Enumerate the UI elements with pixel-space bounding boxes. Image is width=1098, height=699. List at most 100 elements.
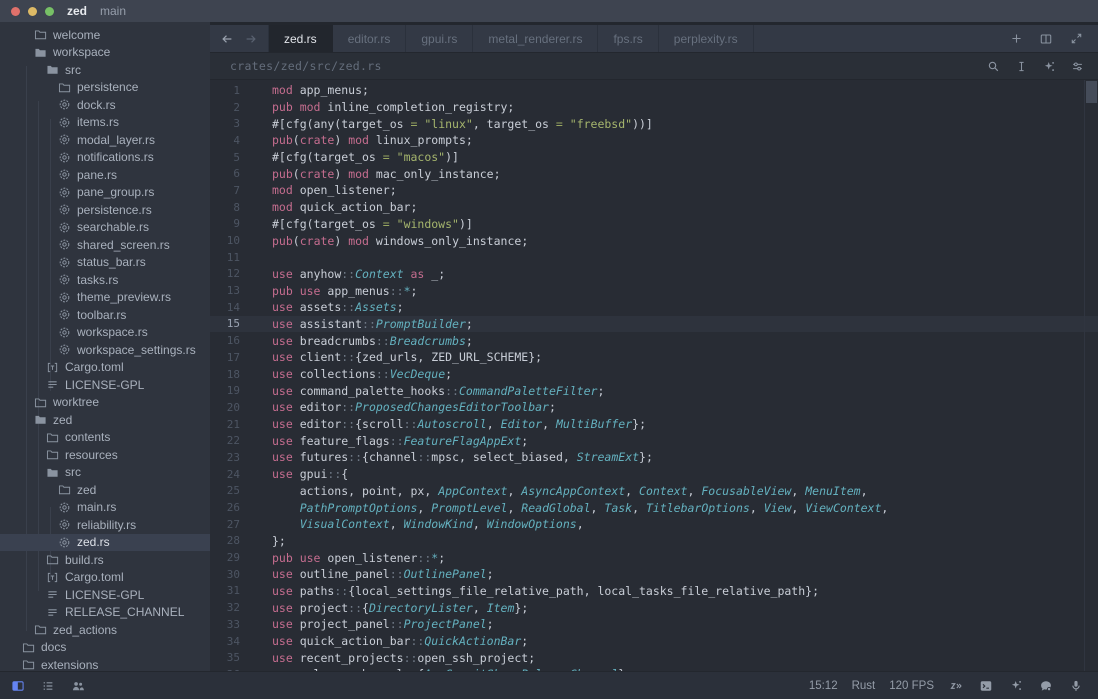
- tree-item-zed[interactable]: zed: [0, 481, 210, 499]
- tree-item-persistence-rs[interactable]: persistence.rs: [0, 201, 210, 219]
- tree-item-contents[interactable]: contents: [0, 429, 210, 447]
- editor-scrollbar[interactable]: [1084, 80, 1098, 671]
- zeta-icon[interactable]: [948, 678, 964, 694]
- tree-item-persistence[interactable]: persistence: [0, 79, 210, 97]
- code-line-7[interactable]: 7mod open_listener;: [210, 182, 1098, 199]
- code-line-21[interactable]: 21use editor::{scroll::Autoscroll, Edito…: [210, 416, 1098, 433]
- code-line-9[interactable]: 9#[cfg(target_os = "windows")]: [210, 216, 1098, 233]
- code-line-25[interactable]: 25 actions, point, px, AppContext, Async…: [210, 483, 1098, 500]
- code-line-8[interactable]: 8mod quick_action_bar;: [210, 199, 1098, 216]
- code-line-23[interactable]: 23use futures::{channel::mpsc, select_bi…: [210, 449, 1098, 466]
- forward-icon[interactable]: [241, 29, 261, 49]
- code-line-18[interactable]: 18use collections::VecDeque;: [210, 366, 1098, 383]
- tree-item-docs[interactable]: docs: [0, 639, 210, 657]
- code-line-28[interactable]: 28};: [210, 533, 1098, 550]
- project-panel-icon[interactable]: [10, 678, 26, 694]
- code-line-35[interactable]: 35use recent_projects::open_ssh_project;: [210, 649, 1098, 666]
- filter-icon[interactable]: [1069, 58, 1085, 74]
- text-cursor-icon[interactable]: [1013, 58, 1029, 74]
- code-line-15[interactable]: 15use assistant::PromptBuilder;: [210, 316, 1098, 333]
- tree-item-extensions[interactable]: extensions: [0, 656, 210, 671]
- tree-item-toolbar-rs[interactable]: toolbar.rs: [0, 306, 210, 324]
- tree-item-workspace[interactable]: workspace: [0, 44, 210, 62]
- terminal-icon[interactable]: [978, 678, 994, 694]
- breadcrumb[interactable]: crates/zed/src/zed.rs: [230, 59, 382, 73]
- tree-item-modal-layer-rs[interactable]: modal_layer.rs: [0, 131, 210, 149]
- code-line-20[interactable]: 20use editor::ProposedChangesEditorToolb…: [210, 399, 1098, 416]
- tree-item-release-channel[interactable]: RELEASE_CHANNEL: [0, 604, 210, 622]
- code-line-5[interactable]: 5#[cfg(target_os = "macos")]: [210, 149, 1098, 166]
- back-icon[interactable]: [217, 29, 237, 49]
- code-editor[interactable]: 1mod app_menus;2pub mod inline_completio…: [210, 80, 1098, 671]
- expand-icon[interactable]: [1068, 31, 1084, 47]
- project-name[interactable]: zed: [67, 4, 87, 18]
- language-selector[interactable]: Rust: [852, 680, 876, 692]
- minimize-button[interactable]: [28, 7, 37, 16]
- chat-icon[interactable]: [1038, 678, 1054, 694]
- code-line-3[interactable]: 3#[cfg(any(target_os = "linux", target_o…: [210, 115, 1098, 132]
- tree-item-cargo-toml[interactable]: Cargo.toml: [0, 569, 210, 587]
- split-pane-icon[interactable]: [1038, 31, 1054, 47]
- tree-item-tasks-rs[interactable]: tasks.rs: [0, 271, 210, 289]
- assistant-sparkle-icon[interactable]: [1041, 58, 1057, 74]
- tree-item-status-bar-rs[interactable]: status_bar.rs: [0, 254, 210, 272]
- code-line-31[interactable]: 31use paths::{local_settings_file_relati…: [210, 583, 1098, 600]
- code-line-6[interactable]: 6pub(crate) mod mac_only_instance;: [210, 165, 1098, 182]
- tree-item-dock-rs[interactable]: dock.rs: [0, 96, 210, 114]
- tree-item-license-gpl[interactable]: LICENSE-GPL: [0, 586, 210, 604]
- tree-item-zed-actions[interactable]: zed_actions: [0, 621, 210, 639]
- tree-item-license-gpl[interactable]: LICENSE-GPL: [0, 376, 210, 394]
- tree-item-build-rs[interactable]: build.rs: [0, 551, 210, 569]
- tree-item-resources[interactable]: resources: [0, 446, 210, 464]
- close-button[interactable]: [11, 7, 20, 16]
- tab-gpui-rs[interactable]: gpui.rs: [406, 25, 473, 52]
- scrollbar-thumb[interactable]: [1086, 81, 1097, 103]
- code-line-1[interactable]: 1mod app_menus;: [210, 82, 1098, 99]
- code-line-14[interactable]: 14use assets::Assets;: [210, 299, 1098, 316]
- tree-item-reliability-rs[interactable]: reliability.rs: [0, 516, 210, 534]
- tree-item-workspace-settings-rs[interactable]: workspace_settings.rs: [0, 341, 210, 359]
- code-line-11[interactable]: 11: [210, 249, 1098, 266]
- code-line-32[interactable]: 32use project::{DirectoryLister, Item};: [210, 599, 1098, 616]
- outline-panel-icon[interactable]: [40, 678, 56, 694]
- tree-item-src[interactable]: src: [0, 464, 210, 482]
- collab-people-icon[interactable]: [70, 678, 86, 694]
- tab-metal-renderer-rs[interactable]: metal_renderer.rs: [473, 25, 598, 52]
- zoom-button[interactable]: [45, 7, 54, 16]
- tab-editor-rs[interactable]: editor.rs: [333, 25, 407, 52]
- tree-item-notifications-rs[interactable]: notifications.rs: [0, 149, 210, 167]
- assistant-sparkle-icon[interactable]: [1008, 678, 1024, 694]
- code-line-27[interactable]: 27 VisualContext, WindowKind, WindowOpti…: [210, 516, 1098, 533]
- tree-item-welcome[interactable]: welcome: [0, 26, 210, 44]
- code-line-2[interactable]: 2pub mod inline_completion_registry;: [210, 99, 1098, 116]
- code-line-26[interactable]: 26 PathPromptOptions, PromptLevel, ReadG…: [210, 499, 1098, 516]
- code-line-19[interactable]: 19use command_palette_hooks::CommandPale…: [210, 382, 1098, 399]
- tab-perplexity-rs[interactable]: perplexity.rs: [659, 25, 754, 52]
- tree-item-src[interactable]: src: [0, 61, 210, 79]
- code-line-4[interactable]: 4pub(crate) mod linux_prompts;: [210, 132, 1098, 149]
- git-branch[interactable]: main: [100, 4, 126, 18]
- tree-item-zed-rs[interactable]: zed.rs: [0, 534, 210, 552]
- tree-item-worktree[interactable]: worktree: [0, 394, 210, 412]
- plus-icon[interactable]: [1008, 31, 1024, 47]
- code-line-22[interactable]: 22use feature_flags::FeatureFlagAppExt;: [210, 432, 1098, 449]
- tree-item-theme-preview-rs[interactable]: theme_preview.rs: [0, 289, 210, 307]
- tree-item-pane-rs[interactable]: pane.rs: [0, 166, 210, 184]
- tree-item-cargo-toml[interactable]: Cargo.toml: [0, 359, 210, 377]
- code-line-34[interactable]: 34use quick_action_bar::QuickActionBar;: [210, 633, 1098, 650]
- tree-item-searchable-rs[interactable]: searchable.rs: [0, 219, 210, 237]
- code-line-29[interactable]: 29pub use open_listener::*;: [210, 549, 1098, 566]
- code-line-30[interactable]: 30use outline_panel::OutlinePanel;: [210, 566, 1098, 583]
- search-icon[interactable]: [985, 58, 1001, 74]
- tree-item-zed[interactable]: zed: [0, 411, 210, 429]
- code-line-33[interactable]: 33use project_panel::ProjectPanel;: [210, 616, 1098, 633]
- tree-item-workspace-rs[interactable]: workspace.rs: [0, 324, 210, 342]
- tab-zed-rs[interactable]: zed.rs: [269, 25, 333, 52]
- tree-item-pane-group-rs[interactable]: pane_group.rs: [0, 184, 210, 202]
- tree-item-items-rs[interactable]: items.rs: [0, 114, 210, 132]
- tab-fps-rs[interactable]: fps.rs: [598, 25, 658, 52]
- code-line-16[interactable]: 16use breadcrumbs::Breadcrumbs;: [210, 332, 1098, 349]
- code-line-17[interactable]: 17use client::{zed_urls, ZED_URL_SCHEME}…: [210, 349, 1098, 366]
- code-line-24[interactable]: 24use gpui::{: [210, 466, 1098, 483]
- code-line-13[interactable]: 13pub use app_menus::*;: [210, 282, 1098, 299]
